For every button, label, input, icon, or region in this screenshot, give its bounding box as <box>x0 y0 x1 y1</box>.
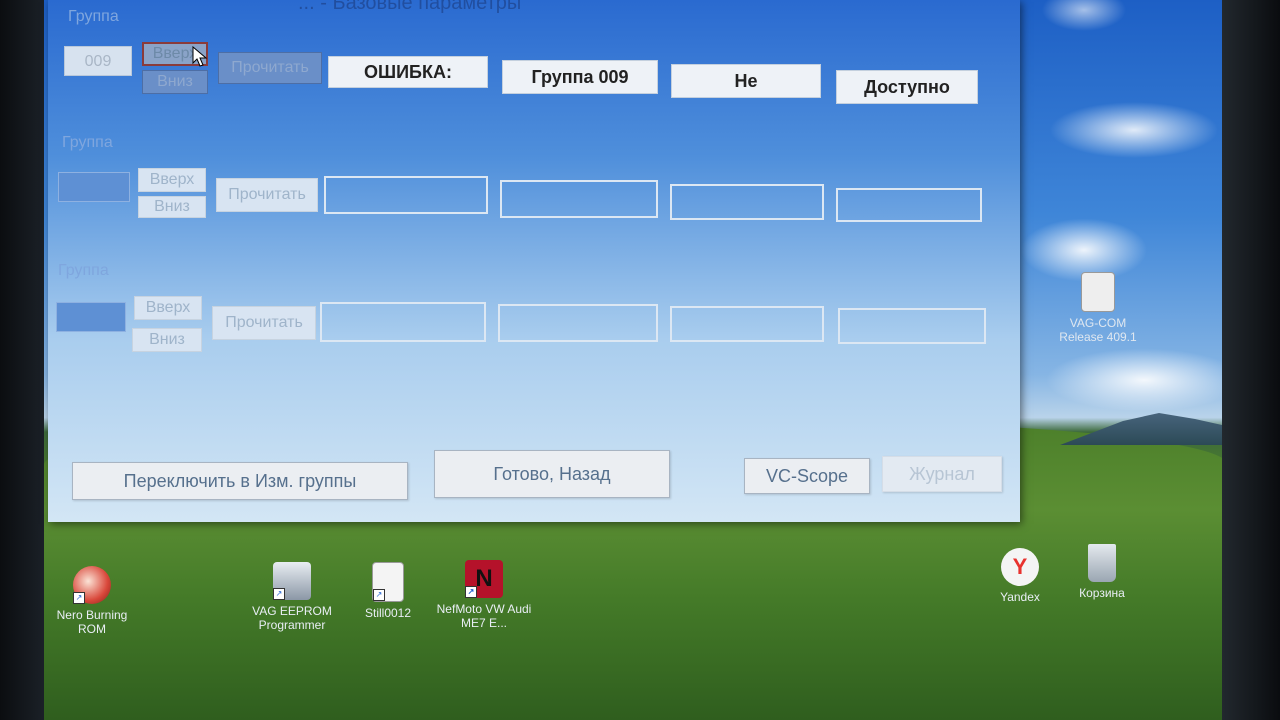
group-1-result-2: Группа 009 <box>502 60 658 94</box>
desktop-icon-vagcom[interactable]: VAG-COM Release 409.1 <box>1050 272 1146 344</box>
group-3-result-2 <box>498 304 658 342</box>
app-window: ... - Базовые параметры Группа 009 Вверх… <box>48 0 1020 522</box>
log-button: Журнал <box>882 456 1002 492</box>
group-2-down-button[interactable]: Вниз <box>138 196 206 218</box>
group-3-read-button[interactable]: Прочитать <box>212 306 316 340</box>
group-3-result-4 <box>838 308 986 344</box>
group-1-label: Группа <box>68 8 119 25</box>
group-1-down-button[interactable]: Вниз <box>142 70 208 94</box>
nefmoto-icon: N ↗ <box>465 560 503 598</box>
group-1-result-4: Доступно <box>836 70 978 104</box>
desktop-icon-label: VAG-COM Release 409.1 <box>1059 316 1137 344</box>
desktop-icon-label: VAG EEPROM Programmer <box>252 604 332 632</box>
group-3-result-1 <box>320 302 486 342</box>
group-1-result-3: Не <box>671 64 821 98</box>
desktop-icon-label: Yandex <box>1000 590 1040 604</box>
group-2-result-1 <box>324 176 488 214</box>
group-2-label: Группа <box>62 134 113 151</box>
group-2-up-button[interactable]: Вверх <box>138 168 206 192</box>
vagcom-icon <box>1081 272 1115 312</box>
window-title: ... - Базовые параметры <box>298 0 522 14</box>
group-3-result-3 <box>670 306 824 342</box>
desktop-icon-label: NefMoto VW Audi ME7 E... <box>436 602 532 630</box>
vc-scope-button[interactable]: VC-Scope <box>744 458 870 494</box>
desktop-icon-label: Still0012 <box>364 606 412 620</box>
switch-groups-button[interactable]: Переключить в Изм. группы <box>72 462 408 500</box>
group-1-read-button[interactable]: Прочитать <box>218 52 322 84</box>
document-icon: ↗ <box>372 562 404 602</box>
desktop-icon-still0012[interactable]: ↗ Still0012 <box>340 562 436 620</box>
desktop-icon-vag-eeprom[interactable]: ↗ VAG EEPROM Programmer <box>244 562 340 632</box>
group-3-number-field[interactable] <box>56 302 126 332</box>
nero-icon: ↗ <box>73 566 111 604</box>
car-icon: ↗ <box>273 562 311 600</box>
group-2-read-button[interactable]: Прочитать <box>216 178 318 212</box>
group-1-result-1: ОШИБКА: <box>328 56 488 88</box>
mouse-cursor-icon <box>192 46 208 67</box>
group-2-number-field[interactable] <box>58 172 130 202</box>
recycle-bin-icon <box>1088 544 1116 582</box>
desktop-icon-label: Корзина <box>1079 586 1125 600</box>
desktop-icon-label: Nero Burning ROM <box>56 608 128 636</box>
yandex-icon: Y <box>1001 548 1039 586</box>
group-2-result-3 <box>670 184 824 220</box>
desktop-icon-nero[interactable]: ↗ Nero Burning ROM <box>44 566 140 636</box>
desktop-icon-recycle-bin[interactable]: Корзина <box>1054 544 1150 600</box>
monitor-bezel-right <box>1222 0 1280 720</box>
monitor-bezel-left <box>0 0 48 720</box>
group-3-label: Группа <box>58 262 109 279</box>
desktop-icon-nefmoto[interactable]: N ↗ NefMoto VW Audi ME7 E... <box>436 560 532 630</box>
done-back-button[interactable]: Готово, Назад <box>434 450 670 498</box>
group-3-up-button[interactable]: Вверх <box>134 296 202 320</box>
group-2-result-4 <box>836 188 982 222</box>
group-3-down-button[interactable]: Вниз <box>132 328 202 352</box>
group-2-result-2 <box>500 180 658 218</box>
group-1-number-field[interactable]: 009 <box>64 46 132 76</box>
